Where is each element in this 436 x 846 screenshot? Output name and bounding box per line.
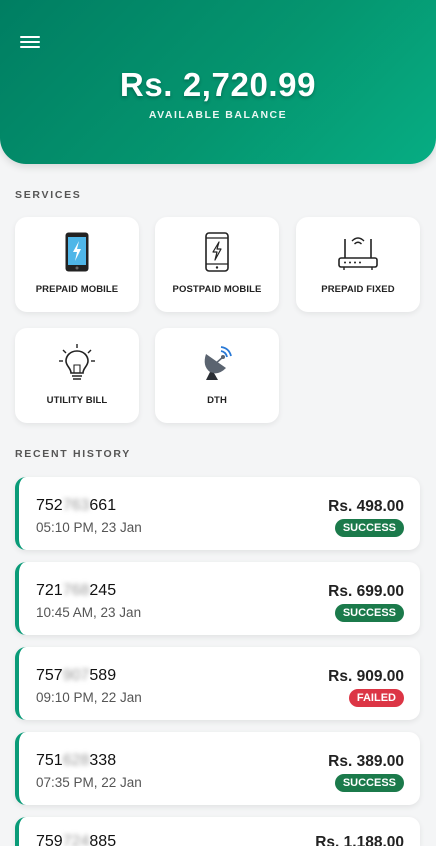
satellite-dish-icon xyxy=(204,346,232,380)
transaction-amount: Rs. 1,188.00 xyxy=(315,834,404,846)
status-badge: FAILED xyxy=(348,689,404,707)
transaction-time: 09:10 PM, 22 Jan xyxy=(36,690,142,705)
status-badge: SUCCESS xyxy=(334,604,404,622)
history-item[interactable]: 759724885 Rs. 1,188.00 xyxy=(15,817,420,846)
transaction-time: 05:10 PM, 23 Jan xyxy=(36,520,142,535)
balance-label: AVAILABLE BALANCE xyxy=(148,109,288,121)
service-label: POSTPAID MOBILE xyxy=(172,284,262,295)
prepaid-mobile-icon xyxy=(65,232,89,272)
service-label: PREPAID MOBILE xyxy=(35,284,119,295)
service-dth[interactable]: DTH xyxy=(155,328,279,423)
account-number: 757907589 xyxy=(36,667,117,684)
service-prepaid-mobile[interactable]: PREPAID MOBILE xyxy=(15,217,139,312)
transaction-time: 10:45 AM, 23 Jan xyxy=(36,605,142,620)
transaction-amount: Rs. 909.00 xyxy=(328,668,404,685)
transaction-time: 07:35 PM, 22 Jan xyxy=(36,775,142,790)
account-number: 751628338 xyxy=(36,752,117,769)
balance-amount: Rs. 2,720.99 xyxy=(119,66,317,103)
history-item[interactable]: 721768245 10:45 AM, 23 Jan Rs. 699.00 SU… xyxy=(15,562,420,635)
status-badge: SUCCESS xyxy=(334,774,404,792)
postpaid-mobile-icon xyxy=(205,232,229,272)
menu-icon[interactable] xyxy=(20,33,42,51)
transaction-amount: Rs. 699.00 xyxy=(328,583,404,600)
router-icon xyxy=(338,237,378,270)
transaction-amount: Rs. 498.00 xyxy=(328,498,404,515)
transaction-amount: Rs. 389.00 xyxy=(328,753,404,770)
service-label: DTH xyxy=(207,395,227,406)
lightbulb-icon xyxy=(59,344,95,380)
service-label: PREPAID FIXED xyxy=(321,284,395,295)
service-label: UTILITY BILL xyxy=(46,395,108,406)
recent-history-title: RECENT HISTORY xyxy=(15,448,131,460)
account-number: 721768245 xyxy=(36,582,117,599)
header: Rs. 2,720.99 AVAILABLE BALANCE xyxy=(0,0,436,164)
service-prepaid-fixed[interactable]: PREPAID FIXED xyxy=(296,217,420,312)
account-number: 752763661 xyxy=(36,497,117,514)
history-item[interactable]: 751628338 07:35 PM, 22 Jan Rs. 389.00 SU… xyxy=(15,732,420,805)
service-postpaid-mobile[interactable]: POSTPAID MOBILE xyxy=(155,217,279,312)
service-utility-bill[interactable]: UTILITY BILL xyxy=(15,328,139,423)
history-item[interactable]: 752763661 05:10 PM, 23 Jan Rs. 498.00 SU… xyxy=(15,477,420,550)
services-title: SERVICES xyxy=(15,189,82,201)
history-item[interactable]: 757907589 09:10 PM, 22 Jan Rs. 909.00 FA… xyxy=(15,647,420,720)
account-number: 759724885 xyxy=(36,833,117,846)
status-badge: SUCCESS xyxy=(334,519,404,537)
